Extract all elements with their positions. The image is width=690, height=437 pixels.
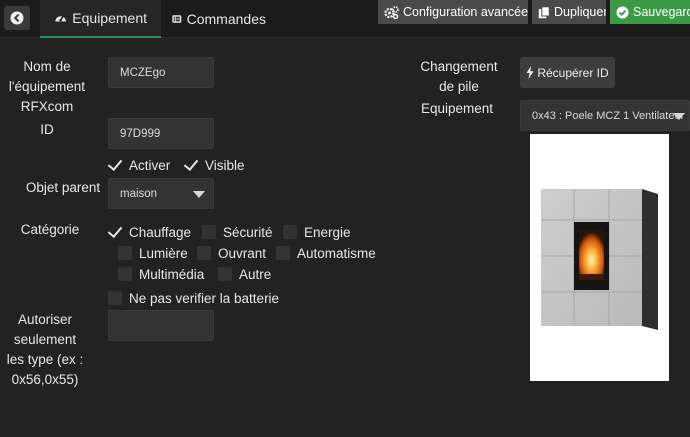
equipement-select[interactable]: 0x43 : Poele MCZ 1 Ventilateur: [520, 100, 690, 131]
nom-equipement-input[interactable]: MCZEgo: [108, 57, 214, 88]
batterie-checkbox[interactable]: Ne pas verifier la batterie: [108, 289, 279, 307]
batterie-box: [108, 291, 122, 305]
categorie-automatisme-checkbox[interactable]: Automatisme: [276, 244, 376, 262]
energie-box: [283, 225, 297, 239]
categorie-securite-checkbox[interactable]: Sécurité: [202, 223, 273, 241]
categorie-lumiere-checkbox[interactable]: Lumière: [118, 244, 188, 262]
check-circle-icon: [616, 6, 629, 18]
multimedia-label: Multimédia: [139, 266, 205, 282]
securite-label: Sécurité: [223, 224, 273, 240]
bolt-icon: [526, 66, 534, 79]
tachometer-icon: [55, 15, 66, 22]
top-bar: Equipement Commandes Configuration avanc…: [0, 0, 690, 38]
categorie-energie-checkbox[interactable]: Energie: [283, 223, 351, 241]
ouvrant-box: [197, 246, 211, 260]
chauffage-check-icon: [108, 225, 122, 239]
categorie-multimedia-checkbox[interactable]: Multimédia: [118, 265, 204, 283]
sauvegarder-button[interactable]: Sauvegarder: [610, 0, 690, 24]
equipement-image: [530, 134, 669, 381]
tab-commandes[interactable]: Commandes: [158, 0, 280, 38]
caret-down-icon: [193, 190, 205, 198]
objet-parent-value: maison: [120, 187, 158, 200]
multimedia-box: [118, 267, 132, 281]
categorie-label: Catégorie: [20, 222, 80, 237]
tab-equipement-label: Equipement: [72, 10, 147, 26]
automatisme-box: [276, 246, 290, 260]
energie-label: Energie: [304, 224, 351, 240]
nom-equipement-value: MCZEgo: [120, 66, 166, 79]
copy-icon: [538, 5, 550, 18]
autre-box: [218, 267, 232, 281]
securite-box: [202, 225, 216, 239]
categorie-ouvrant-checkbox[interactable]: Ouvrant: [197, 244, 266, 262]
nom-equipement-label: Nom de l'équipement RFXcom: [8, 59, 86, 114]
dupliquer-button[interactable]: Dupliquer: [532, 0, 606, 24]
cogs-icon: [384, 5, 399, 19]
dupliquer-label: Dupliquer: [554, 5, 606, 19]
visible-check-icon: [184, 158, 198, 172]
categorie-chauffage-checkbox[interactable]: Chauffage: [108, 223, 191, 241]
batterie-label: Ne pas verifier la batterie: [129, 290, 280, 306]
recuperer-id-label: Récupérer ID: [537, 65, 609, 80]
categorie-autre-checkbox[interactable]: Autre: [218, 265, 271, 283]
equipement-value: 0x43 : Poele MCZ 1 Ventilateur: [532, 109, 685, 122]
automatisme-label: Automatisme: [297, 245, 376, 261]
activer-check-icon: [108, 158, 122, 172]
back-button[interactable]: [4, 6, 30, 30]
changement-pile-label: Changement de pile: [420, 59, 498, 94]
list-alt-icon: [172, 15, 182, 23]
equipement-label: Equipement: [420, 101, 494, 116]
tab-equipement[interactable]: Equipement: [40, 0, 161, 38]
sauvegarder-label: Sauvegarder: [633, 5, 690, 19]
arrow-left-circle-icon: [10, 11, 24, 25]
visible-checkbox[interactable]: Visible: [184, 156, 245, 174]
stove-image: [541, 189, 658, 330]
equipement-caret-down-icon: [673, 112, 685, 120]
id-label: ID: [40, 122, 54, 137]
configuration-avancee-label: Configuration avancée: [403, 5, 528, 19]
autre-label: Autre: [239, 266, 272, 282]
objet-parent-label: Objet parent: [25, 180, 101, 195]
id-value: 97D999: [120, 127, 161, 140]
chauffage-label: Chauffage: [129, 224, 192, 240]
autoriser-label: Autoriser seulement les type (ex : 0x56,…: [6, 312, 84, 387]
lumiere-label: Lumière: [139, 245, 188, 261]
visible-label: Visible: [205, 157, 245, 173]
lumiere-box: [118, 246, 132, 260]
tab-commandes-label: Commandes: [186, 11, 266, 27]
activer-label: Activer: [129, 157, 171, 173]
configuration-avancee-button[interactable]: Configuration avancée: [378, 0, 528, 24]
ouvrant-label: Ouvrant: [218, 245, 267, 261]
id-input[interactable]: 97D999: [108, 118, 214, 149]
activer-checkbox[interactable]: Activer: [108, 156, 170, 174]
objet-parent-select[interactable]: maison: [108, 178, 214, 209]
recuperer-id-button[interactable]: Récupérer ID: [520, 57, 615, 88]
autoriser-input[interactable]: [108, 310, 214, 341]
